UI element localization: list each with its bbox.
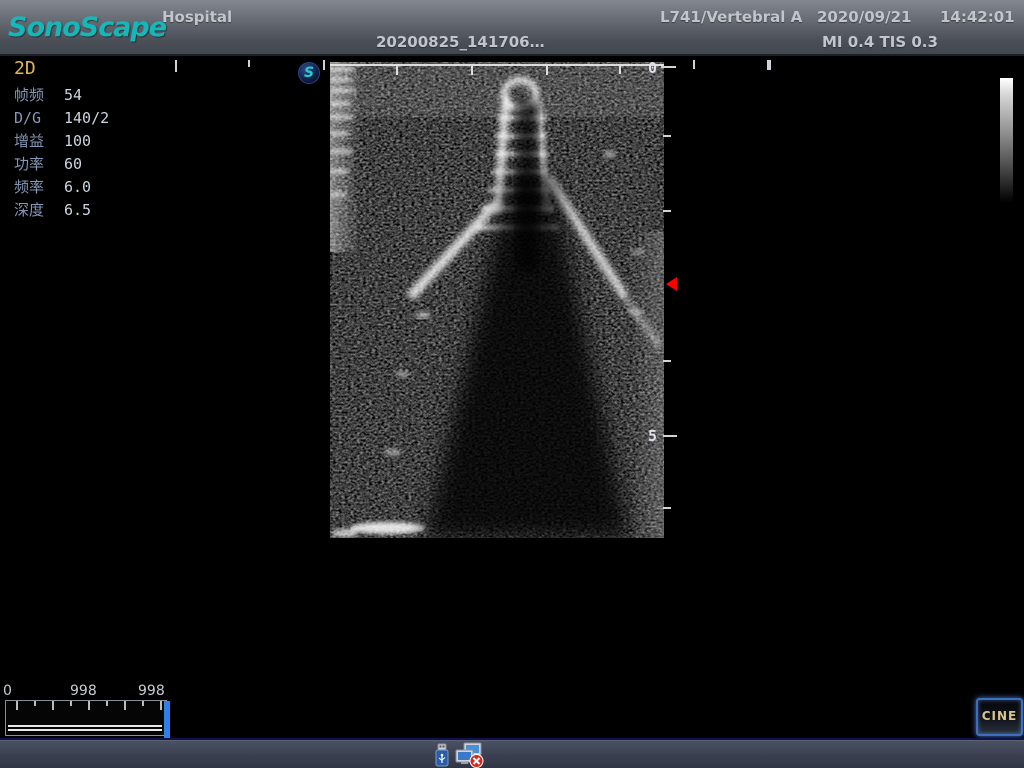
cine-scrubber[interactable] — [5, 700, 167, 736]
depth-ruler-label-5: 5 — [648, 427, 657, 445]
param-label: 增益 — [14, 130, 64, 153]
taskbar — [0, 740, 1024, 768]
exam-id: 20200825_141706… — [376, 33, 545, 51]
depth-ruler-tick — [663, 435, 677, 437]
ultrasound-image[interactable] — [330, 62, 664, 538]
scrubber-tick — [16, 701, 18, 710]
depth-ruler-tick — [661, 66, 676, 68]
depth-ruler-tick — [663, 360, 671, 362]
cine-start-frame: 0 — [3, 683, 12, 699]
cine-total-frames: 998 — [70, 683, 97, 699]
param-label: 帧频 — [14, 84, 64, 107]
hospital-name: Hospital — [162, 8, 232, 26]
param-value: 140/2 — [64, 107, 109, 130]
param-row-frequency: 频率6.0 — [14, 176, 109, 199]
param-row-framerate: 帧频54 — [14, 84, 109, 107]
ruler-tick — [248, 60, 250, 67]
scrubber-tick — [124, 701, 126, 710]
param-value: 54 — [64, 84, 82, 107]
depth-ruler-tick — [663, 210, 671, 212]
depth-ruler-tick — [663, 135, 671, 137]
depth-ruler-tick — [663, 507, 671, 509]
param-row-power: 功率60 — [14, 153, 109, 176]
ruler-tick — [175, 60, 177, 72]
imaging-mode-label: 2D — [14, 58, 36, 79]
parameter-panel: 帧频54 D/G140/2 增益100 功率60 频率6.0 深度6.5 — [14, 84, 109, 222]
ruler-tick — [323, 60, 325, 70]
system-date: 2020/09/21 — [817, 8, 911, 26]
depth-ruler-label-0: 0 — [648, 59, 657, 77]
scrubber-tick — [52, 701, 54, 710]
scrubber-track-line — [8, 729, 162, 731]
cine-button[interactable]: CINE — [976, 698, 1023, 736]
scrubber-tick — [142, 701, 144, 706]
usb-device-icon[interactable] — [433, 743, 451, 767]
param-label: 功率 — [14, 153, 64, 176]
scrubber-tick — [160, 701, 162, 710]
param-label: 深度 — [14, 199, 64, 222]
focus-marker-icon — [666, 277, 677, 291]
scrubber-tick — [88, 701, 90, 710]
param-value: 6.5 — [64, 199, 91, 222]
grayscale-reference-bar — [1000, 78, 1013, 206]
cine-current-frame: 998 — [138, 683, 165, 699]
param-label: D/G — [14, 107, 64, 130]
scrubber-tick — [106, 701, 108, 706]
param-row-dg: D/G140/2 — [14, 107, 109, 130]
param-value: 100 — [64, 130, 91, 153]
param-row-depth: 深度6.5 — [14, 199, 109, 222]
param-label: 频率 — [14, 176, 64, 199]
param-value: 60 — [64, 153, 82, 176]
ruler-tick — [693, 60, 695, 69]
sonoscape-logo: SonoScape — [8, 12, 166, 43]
probe-orientation-marker: S — [298, 62, 320, 84]
mi-tis-indices: MI 0.4 TIS 0.3 — [822, 33, 938, 51]
param-row-gain: 增益100 — [14, 130, 109, 153]
system-time: 14:42:01 — [940, 8, 1015, 26]
top-status-bar: SonoScape Hospital L741/Vertebral A 2020… — [0, 0, 1024, 56]
ultrasound-system-screen: SonoScape Hospital L741/Vertebral A 2020… — [0, 0, 1024, 768]
network-disconnected-icon[interactable] — [455, 742, 484, 768]
probe-preset: L741/Vertebral A — [660, 8, 802, 26]
scrubber-tick — [34, 701, 36, 706]
param-value: 6.0 — [64, 176, 91, 199]
cine-scrubber-cursor[interactable] — [164, 701, 170, 739]
scrubber-tick — [70, 701, 72, 706]
ruler-tick — [767, 60, 771, 70]
scrubber-track-line — [8, 725, 162, 727]
